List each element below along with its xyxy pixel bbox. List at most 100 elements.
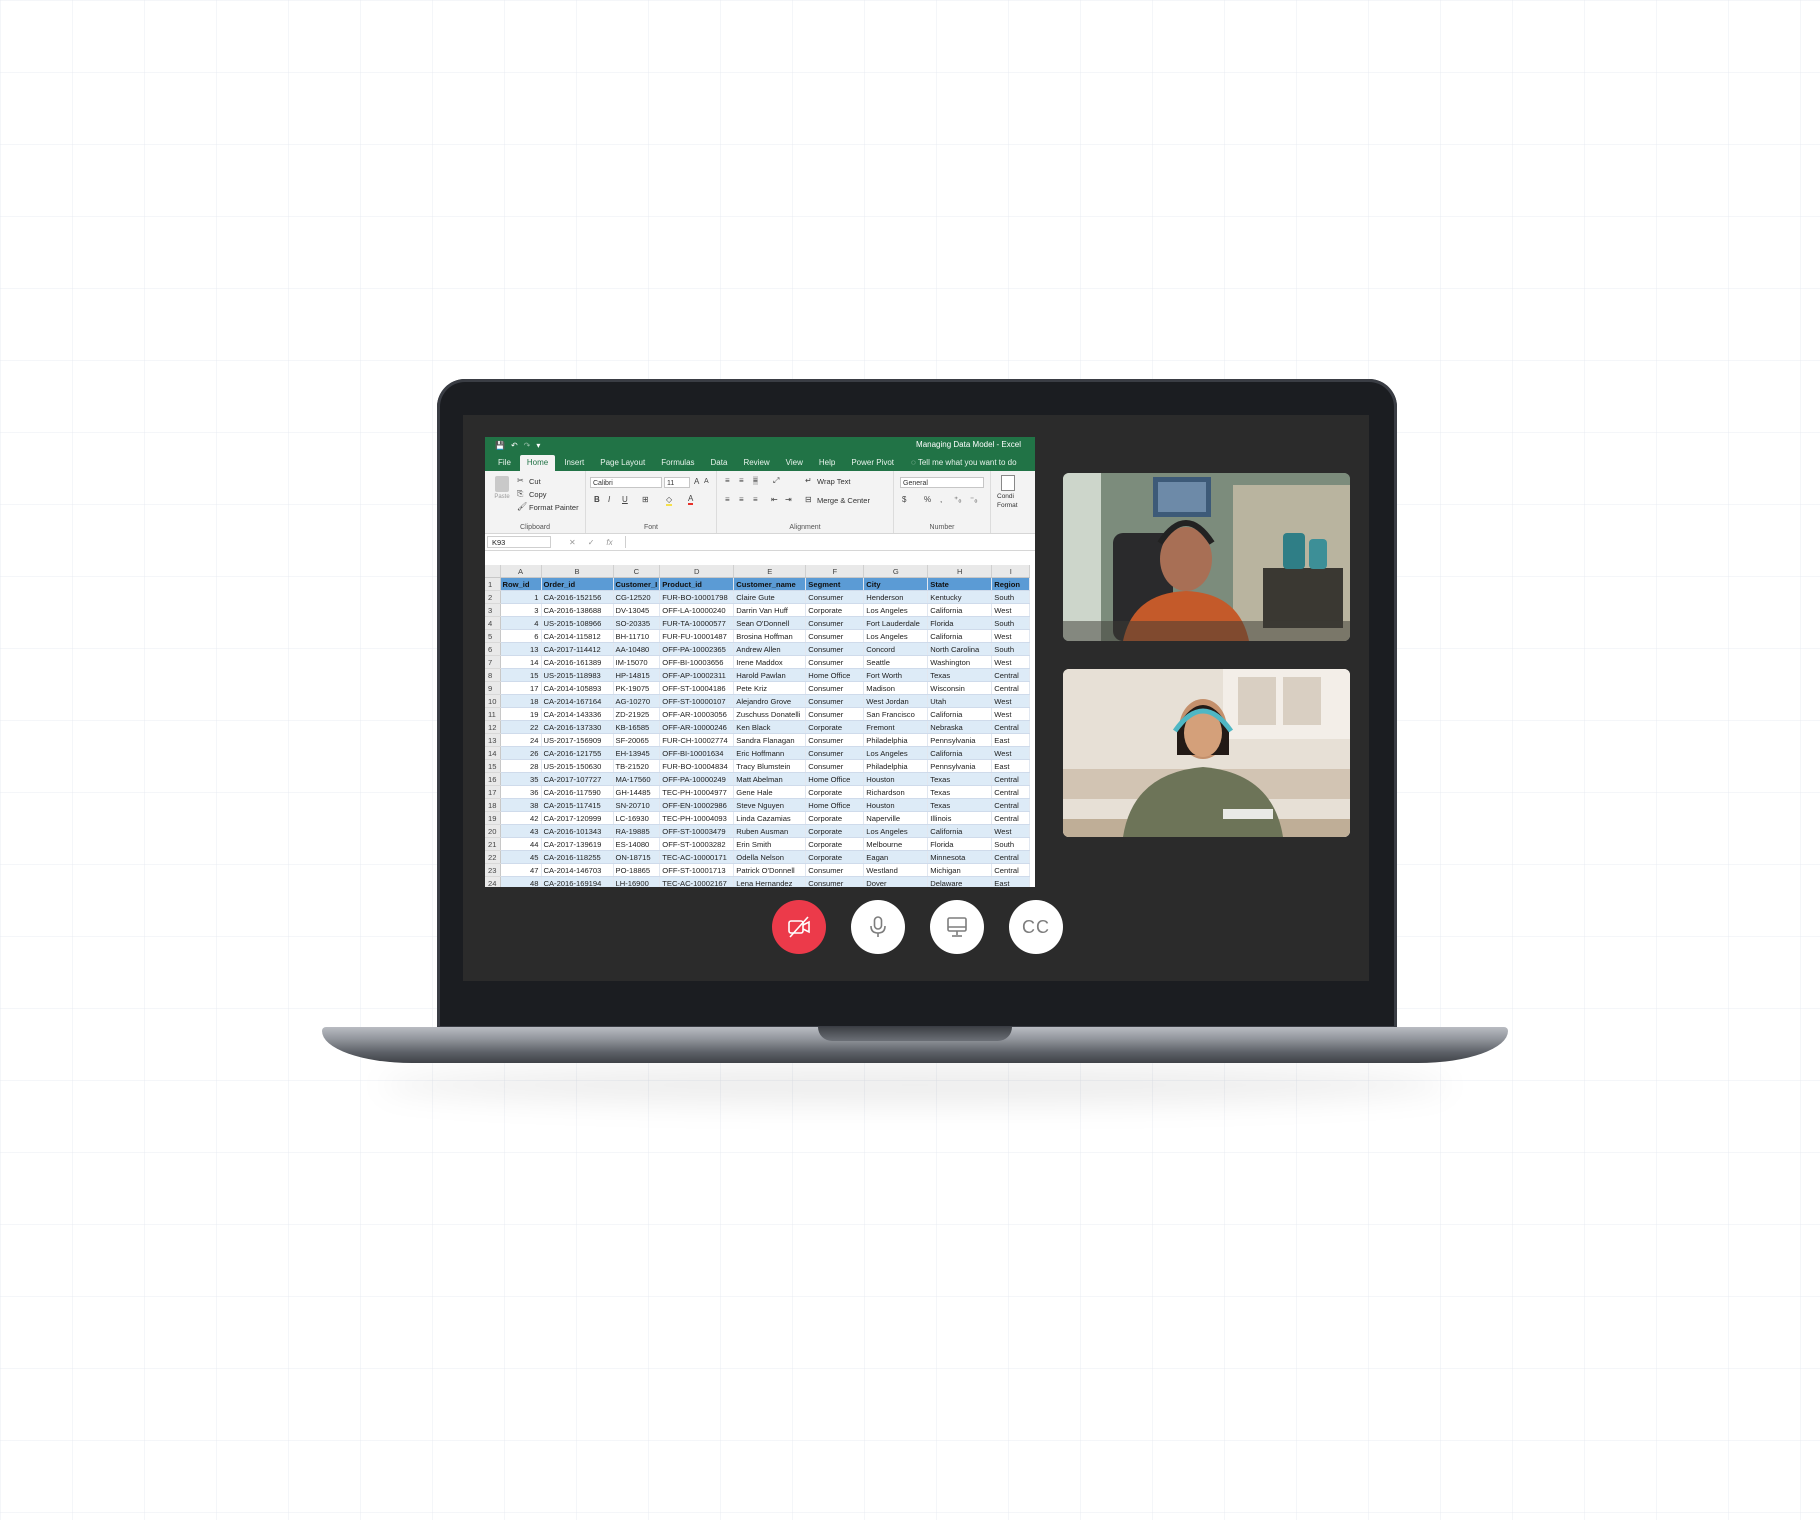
cell[interactable]: GH-14485	[613, 785, 661, 799]
cell[interactable]: Fort Lauderdale	[863, 616, 929, 630]
cell[interactable]: Central	[991, 668, 1031, 682]
cell[interactable]: OFF-ST-10000107	[659, 694, 735, 708]
row-number[interactable]: 17	[485, 785, 501, 799]
cell[interactable]: 14	[500, 655, 542, 669]
cell[interactable]: LH-16900	[613, 876, 661, 887]
cell[interactable]: OFF-ST-10001713	[659, 863, 735, 877]
row-number[interactable]: 2	[485, 590, 501, 604]
cell[interactable]: US-2015-118983	[541, 668, 614, 682]
cell[interactable]: MA-17560	[613, 772, 661, 786]
paste-button[interactable]: Paste	[493, 476, 511, 506]
spreadsheet-grid[interactable]: A B C D E F G H I 1 Row_id Order_id Customer_I Produc…	[485, 565, 1031, 887]
cell[interactable]: 22	[500, 720, 542, 734]
cell[interactable]: EH-13945	[613, 746, 661, 760]
cell[interactable]: 48	[500, 876, 542, 887]
cell[interactable]: CA-2016-137330	[541, 720, 614, 734]
tab-view[interactable]: View	[779, 455, 810, 471]
cell[interactable]: 4	[500, 616, 542, 630]
cell[interactable]: CA-2016-121755	[541, 746, 614, 760]
cell[interactable]: Los Angeles	[863, 629, 929, 643]
cell[interactable]: Corporate	[805, 811, 865, 825]
header-cell[interactable]: State	[927, 577, 993, 591]
font-color-icon[interactable]: A	[688, 494, 694, 505]
cell[interactable]: TEC-AC-10000171	[659, 850, 735, 864]
column-header-e[interactable]: E	[733, 565, 807, 578]
customize-qat-icon[interactable]: ▾	[536, 441, 540, 450]
cell[interactable]: 47	[500, 863, 542, 877]
cell[interactable]: PK-19075	[613, 681, 661, 695]
row-number[interactable]: 16	[485, 772, 501, 786]
row-number[interactable]: 6	[485, 642, 501, 656]
cell[interactable]: Corporate	[805, 785, 865, 799]
decrease-indent-icon[interactable]: ⇤	[771, 495, 778, 504]
cell[interactable]: Consumer	[805, 876, 865, 887]
cell[interactable]: 1	[500, 590, 542, 604]
cell[interactable]: OFF-PA-10002365	[659, 642, 735, 656]
cell[interactable]: Corporate	[805, 603, 865, 617]
align-right-icon[interactable]: ≡	[753, 495, 758, 504]
cell[interactable]: Consumer	[805, 616, 865, 630]
cell[interactable]: TEC-AC-10002167	[659, 876, 735, 887]
cell[interactable]: Houston	[863, 798, 929, 812]
cell[interactable]: Naperville	[863, 811, 929, 825]
cell[interactable]: West	[991, 655, 1031, 669]
cell[interactable]: Houston	[863, 772, 929, 786]
cell[interactable]: Melbourne	[863, 837, 929, 851]
cell[interactable]: FUR-TA-10000577	[659, 616, 735, 630]
cell[interactable]: CA-2016-161389	[541, 655, 614, 669]
column-header-c[interactable]: C	[613, 565, 661, 578]
cancel-icon[interactable]: ✕	[569, 538, 576, 547]
insert-function-icon[interactable]: fx	[606, 538, 612, 547]
cell[interactable]: Harold Pawlan	[733, 668, 807, 682]
row-number[interactable]: 24	[485, 876, 501, 887]
cell[interactable]: Central	[991, 798, 1031, 812]
cell[interactable]: Patrick O'Donnell	[733, 863, 807, 877]
header-cell[interactable]: Customer_I	[613, 577, 661, 591]
cell[interactable]: 42	[500, 811, 542, 825]
redo-icon[interactable]: ↷	[524, 441, 531, 450]
cell[interactable]: San Francisco	[863, 707, 929, 721]
cell[interactable]: Consumer	[805, 655, 865, 669]
cell[interactable]: CA-2014-143336	[541, 707, 614, 721]
enter-icon[interactable]: ✓	[588, 538, 595, 547]
cell[interactable]: Los Angeles	[863, 824, 929, 838]
cell[interactable]: CG-12520	[613, 590, 661, 604]
cell[interactable]: OFF-AR-10000246	[659, 720, 735, 734]
fill-color-icon[interactable]: ◇	[666, 495, 673, 506]
tab-file[interactable]: File	[491, 455, 518, 471]
cell[interactable]: Alejandro Grove	[733, 694, 807, 708]
cell[interactable]: AG-10270	[613, 694, 661, 708]
cell[interactable]: CA-2016-101343	[541, 824, 614, 838]
align-left-icon[interactable]: ≡	[725, 495, 730, 504]
format-painter-button[interactable]: Format Painter	[529, 503, 579, 512]
cell[interactable]: Consumer	[805, 590, 865, 604]
cell[interactable]: 36	[500, 785, 542, 799]
cell[interactable]: AA-10480	[613, 642, 661, 656]
cell[interactable]: CA-2016-169194	[541, 876, 614, 887]
cell[interactable]: OFF-AR-10003056	[659, 707, 735, 721]
cell[interactable]: 28	[500, 759, 542, 773]
column-header-f[interactable]: F	[805, 565, 865, 578]
cell[interactable]: Sean O'Donnell	[733, 616, 807, 630]
header-cell[interactable]: City	[863, 577, 929, 591]
tab-insert[interactable]: Insert	[557, 455, 591, 471]
header-cell[interactable]: Row_id	[500, 577, 542, 591]
merge-center-button[interactable]: Merge & Center	[817, 496, 870, 505]
cell[interactable]: Consumer	[805, 642, 865, 656]
cell[interactable]: ON-18715	[613, 850, 661, 864]
cell[interactable]: South	[991, 590, 1031, 604]
cell[interactable]: California	[927, 707, 993, 721]
cell[interactable]: Texas	[927, 772, 993, 786]
cell[interactable]: Richardson	[863, 785, 929, 799]
cell[interactable]: CA-2017-120999	[541, 811, 614, 825]
cell[interactable]: SF-20065	[613, 733, 661, 747]
cell[interactable]: Zuschuss Donatelli	[733, 707, 807, 721]
row-number[interactable]: 8	[485, 668, 501, 682]
cell[interactable]: OFF-ST-10004186	[659, 681, 735, 695]
decrease-decimal-icon[interactable]: ⁻₀	[970, 495, 978, 504]
cell[interactable]: Claire Gute	[733, 590, 807, 604]
cell[interactable]: Philadelphia	[863, 759, 929, 773]
column-header-i[interactable]: I	[991, 565, 1031, 578]
cell[interactable]: Seattle	[863, 655, 929, 669]
cell[interactable]: 38	[500, 798, 542, 812]
